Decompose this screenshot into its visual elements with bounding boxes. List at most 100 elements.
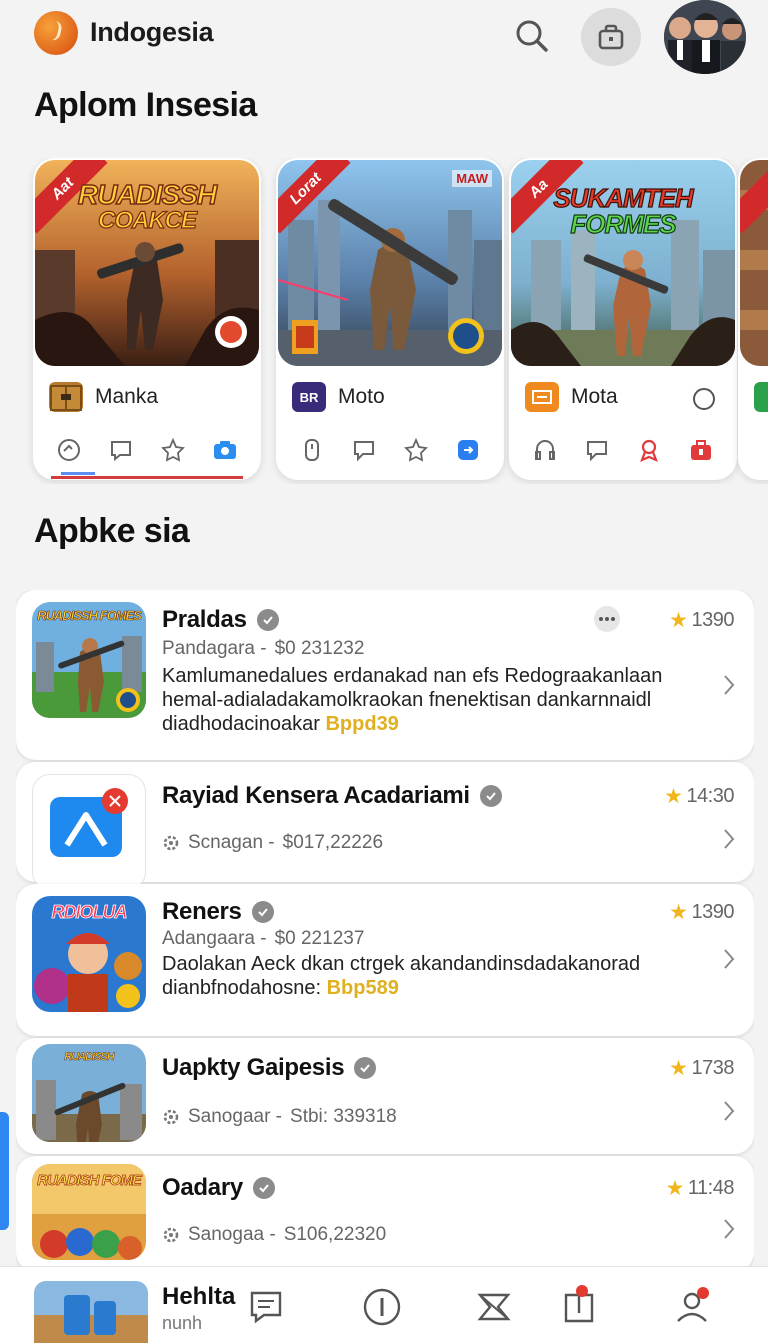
history-icon[interactable] bbox=[55, 436, 83, 464]
featured-artwork: Aa SUKAMTEH FORMES bbox=[511, 160, 735, 366]
app-meta: Sanogaa - S106,22320 bbox=[162, 1224, 386, 1246]
star-icon: ★ bbox=[664, 785, 683, 808]
list-item[interactable]: RUADISH FOME Oadary ★ 11:48 Sanogaa - S106… bbox=[16, 1156, 754, 1266]
app-title: Uapkty Gaipesis bbox=[162, 1054, 377, 1082]
app-icon: RUADISSH bbox=[32, 1044, 146, 1142]
list-item[interactable]: RUADISSH FOMES Praldas ★ 1390 Pandagara -… bbox=[16, 590, 754, 760]
store-bag-button[interactable] bbox=[581, 8, 641, 66]
card-actions bbox=[276, 432, 504, 468]
card-name-row: Manka bbox=[49, 380, 158, 414]
meta-value: Stbi: 339318 bbox=[290, 1106, 397, 1127]
app-icon bbox=[32, 774, 146, 890]
app-title: Oadary bbox=[162, 1174, 275, 1202]
list-item[interactable]: RDIOLUA Reners ★ 1390 Adangaara - $0 22123… bbox=[16, 884, 754, 1036]
app-mini-icon bbox=[754, 382, 768, 412]
description-text: Kamlumanedalues erdanakad nan efs Redogr… bbox=[162, 665, 663, 735]
tag-icon[interactable] bbox=[474, 1287, 514, 1327]
avatar[interactable] bbox=[664, 0, 746, 74]
app-mini-icon: BR bbox=[292, 382, 326, 412]
card-name-row: BR Moto bbox=[292, 380, 385, 414]
rating: ★ 1390 bbox=[669, 608, 734, 633]
featured-artwork: Lorat MAW bbox=[278, 160, 502, 366]
gift-icon[interactable] bbox=[687, 436, 715, 464]
active-indicator bbox=[61, 472, 95, 475]
card-ribbon-right: MAW bbox=[452, 170, 492, 187]
description-highlight: Bbp589 bbox=[326, 977, 399, 999]
rating: ★ 1390 bbox=[669, 900, 734, 925]
app-title: Rayiad Kensera Acadariami bbox=[162, 782, 502, 810]
phone-icon[interactable] bbox=[298, 436, 326, 464]
search-icon[interactable] bbox=[512, 16, 552, 56]
chat-icon[interactable] bbox=[246, 1287, 286, 1327]
star-icon: ★ bbox=[669, 609, 688, 632]
featured-artwork bbox=[740, 160, 768, 366]
verified-icon bbox=[252, 1177, 275, 1199]
star-icon[interactable] bbox=[159, 436, 187, 464]
chevron-right-icon[interactable] bbox=[722, 948, 736, 970]
app-icon-caption: RUADISH FOME bbox=[37, 1172, 143, 1189]
meta-publisher: Adangaara - bbox=[162, 928, 267, 949]
verified-icon bbox=[251, 901, 274, 923]
featured-artwork: Aat RUADISSH COAKCE bbox=[35, 160, 259, 366]
chevron-right-icon[interactable] bbox=[722, 674, 736, 696]
share-icon[interactable] bbox=[454, 436, 482, 464]
gear-icon bbox=[163, 835, 179, 851]
verified-icon bbox=[256, 609, 279, 631]
more-options-icon[interactable] bbox=[594, 606, 620, 632]
chat-icon[interactable] bbox=[350, 436, 378, 464]
app-title: Indogesia bbox=[90, 17, 214, 47]
logo-icon[interactable] bbox=[34, 11, 78, 55]
description-highlight: Bppd39 bbox=[325, 713, 399, 735]
app-title-text: Rayiad Kensera Acadariami bbox=[162, 782, 470, 809]
art-title-line2: COAKCE bbox=[97, 207, 197, 234]
star-icon[interactable] bbox=[402, 436, 430, 464]
app-description: Daolakan Aeck dkan ctrgek akandandinsdad… bbox=[162, 952, 702, 1000]
progress-bar bbox=[51, 476, 243, 479]
app-icon: RDIOLUA bbox=[32, 896, 146, 1012]
featured-card[interactable]: Aa SUKAMTEH FORMES Mota bbox=[509, 158, 737, 480]
list-item[interactable]: Rayiad Kensera Acadariami ★ 14:30 Scnagan… bbox=[16, 762, 754, 890]
card-name-row bbox=[754, 380, 768, 414]
art-title-line1: SUKAMTEH bbox=[553, 183, 695, 213]
status-circle-icon[interactable] bbox=[693, 388, 715, 410]
rating: ★ 14:30 bbox=[664, 784, 734, 809]
featured-section-title: Aplom Insesia bbox=[34, 86, 257, 124]
meta-value: $0 221237 bbox=[274, 928, 365, 949]
chevron-right-icon[interactable] bbox=[722, 828, 736, 850]
featured-carousel[interactable]: Aat RUADISSH COAKCE Manka Lorat MAW BR M… bbox=[0, 158, 768, 484]
award-icon[interactable] bbox=[635, 436, 663, 464]
app-icon-caption: RDIOLUA bbox=[51, 902, 128, 922]
list-item[interactable]: RUADISSH Uapkty Gaipesis ★ 1738 Sanogaar … bbox=[16, 1038, 754, 1154]
app-meta: Pandagara - $0 231232 bbox=[162, 638, 364, 660]
app-list[interactable]: RUADISSH FOMES Praldas ★ 1390 Pandagara -… bbox=[16, 590, 754, 1266]
featured-card[interactable] bbox=[738, 158, 768, 480]
description-text: Daolakan Aeck dkan ctrgek akandandinsdad… bbox=[162, 953, 641, 999]
gear-icon bbox=[163, 1109, 179, 1125]
chevron-right-icon[interactable] bbox=[722, 1100, 736, 1122]
side-drawer-handle[interactable] bbox=[0, 1112, 9, 1230]
featured-card[interactable]: Lorat MAW BR Moto bbox=[276, 158, 504, 480]
star-icon: ★ bbox=[665, 1177, 685, 1200]
app-icon: RUADISSH FOMES bbox=[32, 602, 146, 718]
app-meta: Sanogaar - Stbi: 339318 bbox=[162, 1106, 397, 1128]
app-mini-icon bbox=[525, 382, 559, 412]
now-playing-thumbnail[interactable] bbox=[34, 1281, 148, 1343]
app-description: Kamlumanedalues erdanakad nan efs Redogr… bbox=[162, 664, 702, 736]
verified-icon bbox=[354, 1057, 377, 1079]
notification-dot bbox=[697, 1287, 709, 1299]
art-title-line1: RUADISSH bbox=[77, 179, 218, 210]
info-icon[interactable] bbox=[362, 1287, 402, 1327]
app-title-text: Uapkty Gaipesis bbox=[162, 1054, 345, 1081]
chevron-right-icon[interactable] bbox=[722, 1218, 736, 1240]
headphones-icon[interactable] bbox=[531, 436, 559, 464]
meta-value: $0 231232 bbox=[274, 638, 365, 659]
meta-publisher: Pandagara - bbox=[162, 638, 267, 659]
camera-icon[interactable] bbox=[211, 436, 239, 464]
card-title: Mota bbox=[571, 385, 618, 408]
chat-icon[interactable] bbox=[107, 436, 135, 464]
rating: ★ 11:48 bbox=[665, 1176, 735, 1201]
meta-publisher: Sanogaa - bbox=[188, 1224, 276, 1245]
featured-card[interactable]: Aat RUADISSH COAKCE Manka bbox=[33, 158, 261, 480]
chat-icon[interactable] bbox=[583, 436, 611, 464]
list-section-title: Apbke sia bbox=[34, 512, 190, 550]
